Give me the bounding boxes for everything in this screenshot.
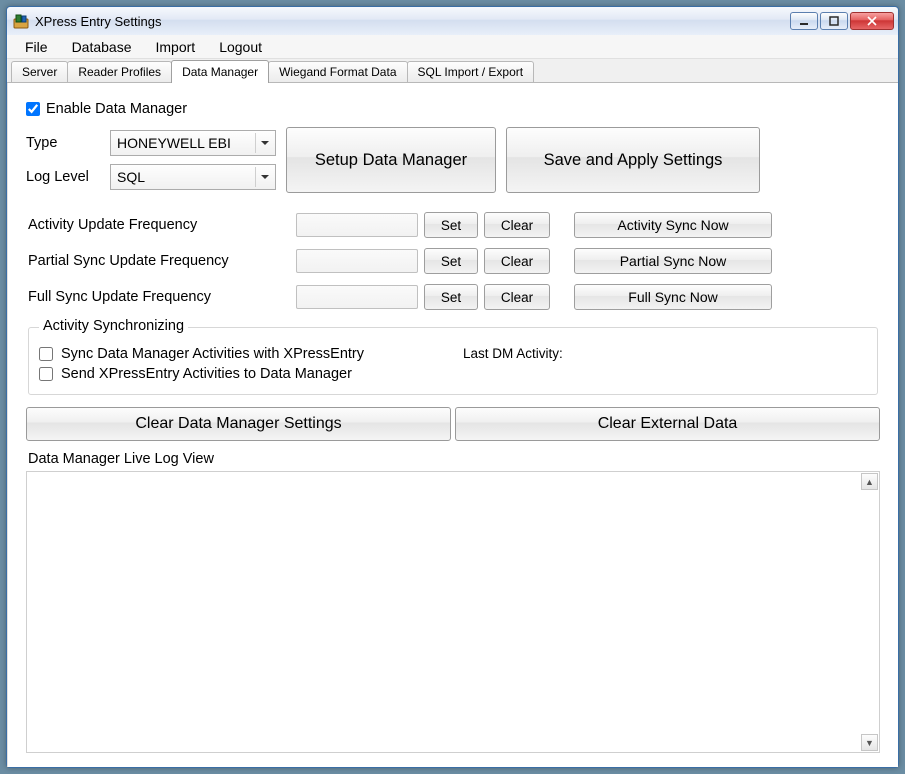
full-freq-label: Full Sync Update Frequency [28,289,290,305]
activity-sync-now-button[interactable]: Activity Sync Now [574,212,772,238]
loglevel-combo[interactable]: SQL [110,164,276,190]
full-freq-input[interactable] [296,285,418,309]
partial-clear-button[interactable]: Clear [484,248,550,274]
send-to-dm-checkbox[interactable] [39,367,53,381]
clear-dm-settings-button[interactable]: Clear Data Manager Settings [26,407,451,441]
enable-dm-checkbox[interactable] [26,102,40,116]
window-controls [790,12,894,30]
activity-freq-label: Activity Update Frequency [28,217,290,233]
menu-file[interactable]: File [13,36,60,58]
minimize-button[interactable] [790,12,818,30]
partial-freq-input[interactable] [296,249,418,273]
type-label: Type [26,135,110,151]
loglevel-value: SQL [117,169,145,185]
frequency-block: Activity Update Frequency Set Clear Acti… [20,207,886,325]
enable-dm-label: Enable Data Manager [46,101,187,117]
menu-database[interactable]: Database [60,36,144,58]
partial-sync-now-button[interactable]: Partial Sync Now [574,248,772,274]
enable-dm-row: Enable Data Manager [20,97,886,127]
partial-set-button[interactable]: Set [424,248,478,274]
activity-freq-input[interactable] [296,213,418,237]
tab-data-manager[interactable]: Data Manager [171,60,269,83]
clear-external-data-button[interactable]: Clear External Data [455,407,880,441]
tab-server[interactable]: Server [11,61,68,82]
tab-content: Enable Data Manager Type HONEYWELL EBI L… [7,83,898,767]
chevron-down-icon [255,167,273,187]
sync-with-xe-checkbox[interactable] [39,347,53,361]
type-value: HONEYWELL EBI [117,135,231,151]
last-activity-label: Last DM Activity: [463,346,563,361]
titlebar: XPress Entry Settings [7,7,898,35]
group-legend: Activity Synchronizing [39,318,188,334]
tabstrip: Server Reader Profiles Data Manager Wieg… [7,59,898,83]
full-clear-button[interactable]: Clear [484,284,550,310]
chevron-down-icon [255,133,273,153]
activity-sync-group: Activity Synchronizing Sync Data Manager… [28,327,878,395]
tab-sql-import[interactable]: SQL Import / Export [407,61,535,82]
window-title: XPress Entry Settings [35,14,790,29]
setup-dm-button[interactable]: Setup Data Manager [286,127,496,193]
activity-set-button[interactable]: Set [424,212,478,238]
save-apply-button[interactable]: Save and Apply Settings [506,127,760,193]
menubar: File Database Import Logout [7,35,898,59]
clear-buttons-row: Clear Data Manager Settings Clear Extern… [20,403,886,449]
close-button[interactable] [850,12,894,30]
menu-import[interactable]: Import [144,36,208,58]
last-dm-activity: Last DM Activity: [463,344,867,384]
log-view-label: Data Manager Live Log View [20,449,886,471]
full-set-button[interactable]: Set [424,284,478,310]
scrollbar-up-icon[interactable]: ▲ [861,473,878,490]
menu-logout[interactable]: Logout [207,36,274,58]
tab-reader-profiles[interactable]: Reader Profiles [67,61,172,82]
maximize-button[interactable] [820,12,848,30]
app-icon [13,13,29,29]
app-window: XPress Entry Settings File Database Impo… [6,6,899,768]
tab-wiegand[interactable]: Wiegand Format Data [268,61,407,82]
activity-clear-button[interactable]: Clear [484,212,550,238]
full-sync-now-button[interactable]: Full Sync Now [574,284,772,310]
top-config-row: Type HONEYWELL EBI Log Level SQL Setup D… [20,127,886,207]
type-combo[interactable]: HONEYWELL EBI [110,130,276,156]
log-view[interactable]: ▲ ▼ [26,471,880,753]
sync-with-xe-label: Sync Data Manager Activities with XPress… [61,346,364,362]
loglevel-label: Log Level [26,169,110,185]
scrollbar-down-icon[interactable]: ▼ [861,734,878,751]
partial-freq-label: Partial Sync Update Frequency [28,253,290,269]
send-to-dm-label: Send XPressEntry Activities to Data Mana… [61,366,352,382]
